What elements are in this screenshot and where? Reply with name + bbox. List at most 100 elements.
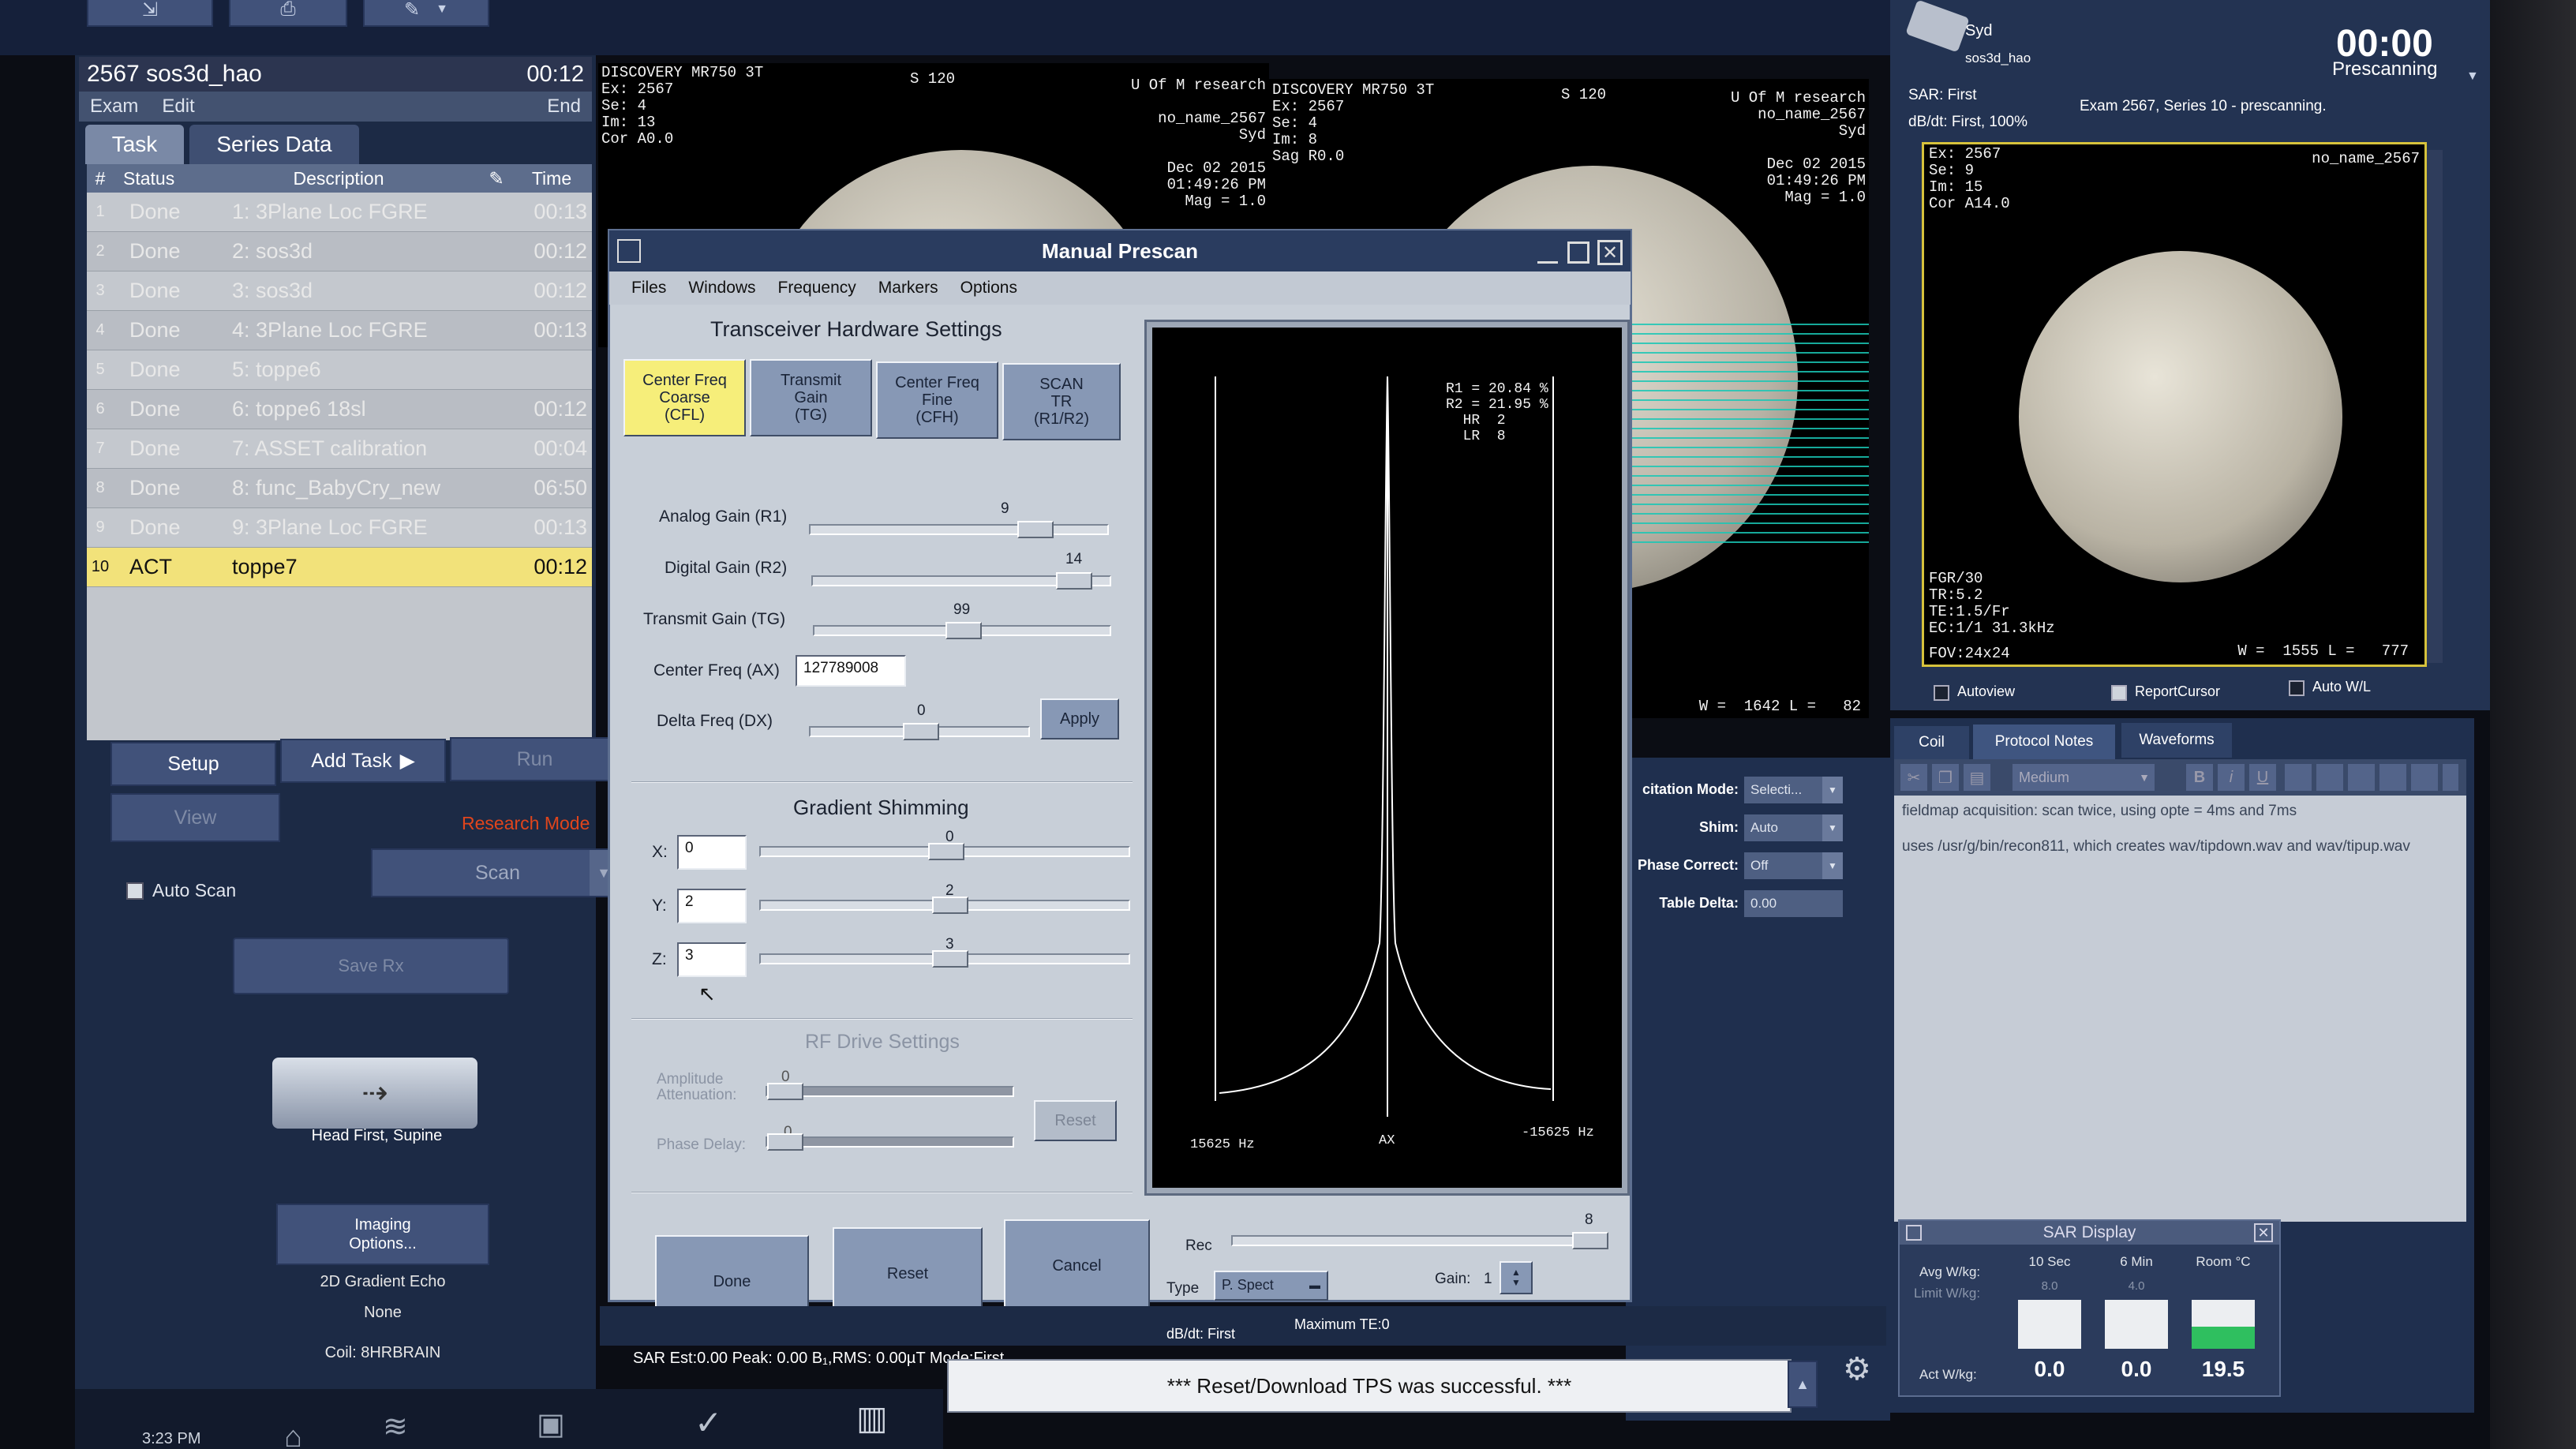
shim-slider[interactable] (759, 897, 1130, 914)
table-row[interactable]: 5 Done 5: toppe6 (87, 350, 592, 390)
tab-center-freq-fine[interactable]: Center Freq Fine (CFH) (876, 361, 998, 439)
slider-thumb[interactable] (931, 950, 968, 968)
shim-slider[interactable] (759, 950, 1130, 968)
param-value[interactable]: Auto ▼ (1744, 814, 1843, 841)
slider-thumb[interactable] (903, 723, 939, 740)
tab-transmit-gain[interactable]: Transmit Gain (TG) (750, 359, 872, 436)
state-dropdown-icon[interactable]: ▼ (2466, 69, 2479, 84)
shim-input[interactable]: 0 (677, 835, 747, 870)
run-button[interactable]: Run (450, 737, 620, 781)
save-rx-button[interactable]: Save Rx (233, 938, 509, 994)
center-freq-input[interactable]: 127789008 (796, 655, 906, 687)
rf-reset-button[interactable]: Reset (1034, 1100, 1117, 1141)
shim-input[interactable]: 2 (677, 889, 747, 923)
transmit-gain-slider[interactable] (813, 622, 1111, 639)
tab-waveforms[interactable]: Waveforms (2121, 723, 2232, 758)
table-row[interactable]: 8 Done 8: func_BabyCry_new 06:50 (87, 469, 592, 508)
param-value[interactable]: Off ▼ (1744, 852, 1843, 879)
menu-options[interactable]: Options (960, 279, 1017, 298)
toolbar-button-1[interactable]: ⇲ (87, 0, 213, 27)
report-cursor-checkbox[interactable] (2111, 685, 2127, 701)
menu-files[interactable]: Files (631, 279, 666, 298)
menu-end[interactable]: End (547, 95, 581, 118)
viewport-3[interactable]: Ex: 2567 Se: 9 Im: 15 Cor A14.0 no_name_… (1922, 142, 2427, 667)
taskbar-icon-5[interactable]: ▥ (856, 1398, 888, 1437)
notes-text-area[interactable]: fieldmap acquisition: scan twice, using … (1894, 796, 2466, 1222)
table-row[interactable]: 3 Done 3: sos3d 00:12 (87, 271, 592, 311)
imaging-options-button[interactable]: Imaging Options... (276, 1204, 489, 1265)
gain-down-icon[interactable]: ▼ (1511, 1277, 1521, 1288)
paste-icon[interactable]: ▤ (1964, 764, 1990, 791)
cancel-button[interactable]: Cancel (1004, 1219, 1150, 1312)
rec-thumb[interactable] (1572, 1232, 1608, 1249)
minimize-icon[interactable] (1537, 243, 1558, 264)
table-row[interactable]: 9 Done 9: 3Plane Loc FGRE 00:13 (87, 508, 592, 548)
param-value[interactable]: Selecti... ▼ (1744, 777, 1843, 803)
shim-slider[interactable] (759, 843, 1130, 860)
tab-task[interactable]: Task (85, 125, 184, 164)
auto-scan-checkbox[interactable] (126, 882, 144, 900)
add-task-button[interactable]: Add Task ▶ (280, 739, 446, 783)
italic-icon[interactable]: i (2218, 764, 2245, 791)
toolbar-button-2[interactable]: ⎙ (229, 0, 347, 27)
taskbar-icon-4[interactable]: ✓ (695, 1403, 722, 1442)
apply-button[interactable]: Apply (1040, 698, 1119, 739)
tab-coil[interactable]: Coil (1894, 726, 1969, 759)
slider-thumb[interactable] (931, 897, 968, 914)
tab-protocol-notes[interactable]: Protocol Notes (1973, 724, 2115, 759)
menu-edit[interactable]: Edit (162, 95, 194, 118)
tab-series-data[interactable]: Series Data (189, 125, 359, 164)
message-scroll-up[interactable]: ▲ (1788, 1361, 1818, 1408)
table-row[interactable]: 6 Done 6: toppe6 18sl 00:12 (87, 390, 592, 429)
copy-icon[interactable]: ❐ (1932, 764, 1959, 791)
tab-scan-tr[interactable]: SCAN TR (R1/R2) (1002, 363, 1121, 440)
analog-gain-slider[interactable] (809, 521, 1109, 538)
taskbar-icon-1[interactable]: ⌂ (284, 1421, 302, 1449)
amplitude-slider[interactable] (766, 1083, 1014, 1100)
sar-close-icon[interactable]: ✕ (2254, 1223, 2273, 1242)
underline-icon[interactable]: U (2249, 764, 2276, 791)
taskbar-icon-3[interactable]: ▣ (537, 1406, 565, 1442)
type-select[interactable]: P. Spect ▬ (1214, 1271, 1328, 1301)
setup-button[interactable]: Setup (110, 742, 276, 786)
slider-thumb[interactable] (928, 843, 964, 860)
rec-slider[interactable] (1231, 1232, 1608, 1249)
scan-button[interactable]: Scan ▼ (371, 848, 620, 897)
tab-center-freq-coarse[interactable]: Center Freq Coarse (CFL) (623, 359, 746, 436)
digital-gain-slider[interactable] (811, 572, 1111, 590)
table-row[interactable]: 1 Done 1: 3Plane Loc FGRE 00:13 (87, 193, 592, 232)
cut-icon[interactable]: ✂ (1900, 764, 1927, 791)
phase-delay-thumb[interactable] (767, 1133, 803, 1151)
font-size-select[interactable]: Medium ▼ (2012, 764, 2155, 791)
table-row[interactable]: 10 ACT toppe7 00:12 (87, 548, 592, 587)
table-row[interactable]: 7 Done 7: ASSET calibration 00:04 (87, 429, 592, 469)
format-icons[interactable] (2285, 764, 2458, 791)
toolbar-button-3[interactable]: ✎ ▼ (363, 0, 489, 27)
menu-windows[interactable]: Windows (688, 279, 755, 298)
table-row[interactable]: 4 Done 4: 3Plane Loc FGRE 00:13 (87, 311, 592, 350)
slider-thumb[interactable] (945, 622, 982, 639)
system-icon[interactable]: ⚙ (1843, 1351, 1882, 1398)
slider-thumb[interactable] (1017, 521, 1054, 538)
bold-icon[interactable]: B (2186, 764, 2213, 791)
view-button[interactable]: View (110, 793, 280, 842)
auto-wl-checkbox[interactable] (2289, 680, 2305, 696)
taskbar-icon-2[interactable]: ≋ (383, 1409, 408, 1444)
close-icon[interactable]: ✕ (1597, 240, 1623, 265)
menu-frequency[interactable]: Frequency (778, 279, 856, 298)
phase-delay-slider[interactable] (766, 1133, 1014, 1151)
amplitude-thumb[interactable] (767, 1083, 803, 1100)
slider-thumb[interactable] (1055, 572, 1092, 590)
table-row[interactable]: 2 Done 2: sos3d 00:12 (87, 232, 592, 271)
delta-freq-slider[interactable] (809, 723, 1030, 740)
autoview-checkbox[interactable] (1934, 685, 1949, 701)
menu-markers[interactable]: Markers (878, 279, 938, 298)
spectrum-plot[interactable]: R1 = 20.84 % R2 = 21.95 % HR 2 LR 8 1562… (1152, 328, 1622, 1188)
param-value[interactable]: 0.00 (1744, 890, 1843, 917)
maximize-icon[interactable] (1567, 242, 1589, 264)
gain-stepper[interactable]: ▲ ▼ (1500, 1261, 1533, 1294)
menu-exam[interactable]: Exam (90, 95, 138, 118)
shim-input[interactable]: 3 (677, 942, 747, 977)
patient-position-icon[interactable]: ⇢ (272, 1058, 477, 1129)
viewport-3-scrollbar[interactable] (2427, 150, 2443, 663)
